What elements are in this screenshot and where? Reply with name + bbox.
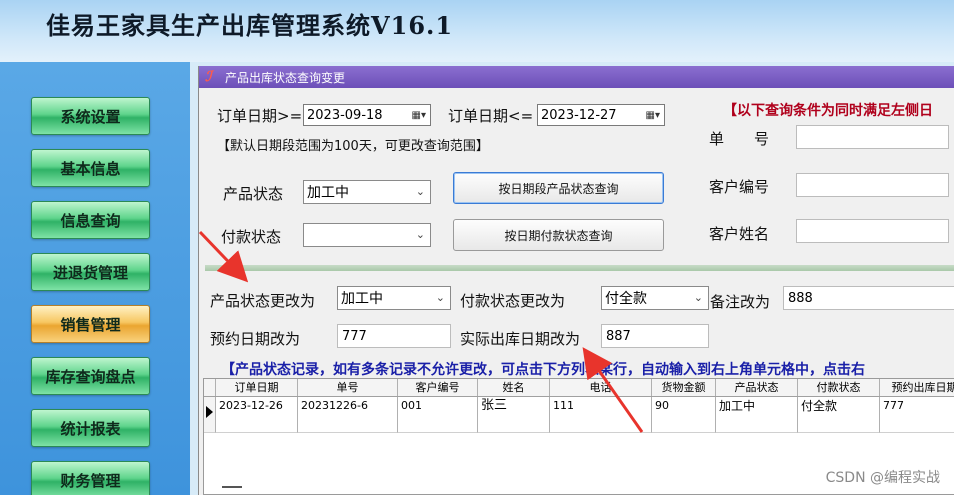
chevron-down-icon: ⌄ bbox=[415, 185, 425, 198]
cell-name[interactable]: 张三 bbox=[478, 397, 550, 433]
nav-purchase-return[interactable]: 进退货管理 bbox=[31, 253, 150, 291]
order-no-label: 单 号 bbox=[709, 130, 770, 148]
row-selector[interactable] bbox=[204, 397, 216, 433]
customer-no-label: 客户编号 bbox=[709, 178, 770, 196]
cell-phone[interactable]: 111 bbox=[550, 397, 652, 433]
payment-status-change-value: 付全款 bbox=[605, 291, 647, 307]
default-range-note: 【默认日期段范围为100天，可更改查询范围】 bbox=[217, 139, 489, 154]
chevron-down-icon: ⌄ bbox=[435, 291, 445, 304]
cell-order-date[interactable]: 2023-12-26 bbox=[216, 397, 298, 433]
cell-product-status[interactable]: 加工中 bbox=[716, 397, 798, 433]
date-to-label: 订单日期<= bbox=[448, 107, 534, 125]
nav-statistics-report[interactable]: 统计报表 bbox=[31, 409, 150, 447]
appoint-date-change-value: 777 bbox=[342, 328, 367, 344]
payment-status-select[interactable]: ⌄ bbox=[303, 223, 431, 247]
section-divider bbox=[205, 265, 954, 271]
actual-date-change-label: 实际出库日期改为 bbox=[460, 330, 581, 348]
cell-order-no[interactable]: 20231226-6 bbox=[298, 397, 398, 433]
record-note: 【产品状态记录，如有多条记录不允许更改，可点击下方列表某行，自动输入到右上角单元… bbox=[221, 362, 865, 378]
query-by-product-status-button[interactable]: 按日期段产品状态查询 bbox=[453, 172, 664, 204]
payment-status-change-label: 付款状态更改为 bbox=[460, 292, 566, 310]
date-to-value: 2023-12-27 bbox=[541, 107, 617, 123]
chevron-down-icon: ⌄ bbox=[693, 291, 703, 304]
customer-no-input[interactable] bbox=[796, 173, 949, 197]
cell-amount[interactable]: 90 bbox=[652, 397, 716, 433]
query-by-payment-status-button[interactable]: 按日期付款状态查询 bbox=[453, 219, 664, 251]
col-appoint-date[interactable]: 预约出库日期 bbox=[880, 379, 954, 396]
remark-change-value: 888 bbox=[788, 290, 813, 306]
order-no-input[interactable] bbox=[796, 125, 949, 149]
table-footer-bar bbox=[222, 486, 242, 488]
col-order-no[interactable]: 单号 bbox=[298, 379, 398, 396]
cell-payment-status[interactable]: 付全款 bbox=[798, 397, 880, 433]
condition-note: 【以下查询条件为同时满足左侧日 bbox=[723, 103, 933, 119]
app-logo-icon: ℐ bbox=[205, 69, 212, 85]
product-status-change-value: 加工中 bbox=[341, 291, 383, 307]
payment-status-label: 付款状态 bbox=[221, 228, 282, 246]
window-title: 产品出库状态查询变更 bbox=[225, 70, 346, 85]
nav-system-settings[interactable]: 系统设置 bbox=[31, 97, 150, 135]
row-selector-header bbox=[204, 379, 216, 396]
col-name[interactable]: 姓名 bbox=[478, 379, 550, 396]
product-status-label: 产品状态 bbox=[223, 185, 284, 203]
product-status-select[interactable]: 加工中 ⌄ bbox=[303, 180, 431, 204]
sidebar: 系统设置 基本信息 信息查询 进退货管理 销售管理 库存查询盘点 统计报表 财务… bbox=[0, 62, 190, 495]
nav-inventory-query[interactable]: 库存查询盘点 bbox=[31, 357, 150, 395]
nav-finance[interactable]: 财务管理 bbox=[31, 461, 150, 495]
date-to-picker[interactable]: 2023-12-27 ▦▾ bbox=[537, 104, 665, 126]
cell-customer-no[interactable]: 001 bbox=[398, 397, 478, 433]
remark-change-label: 备注改为 bbox=[710, 293, 771, 311]
status-query-window: ℐ 产品出库状态查询变更 订单日期>= 2023-09-18 ▦▾ 订单日期<=… bbox=[198, 66, 954, 495]
actual-date-change-value: 887 bbox=[606, 328, 631, 344]
col-customer-no[interactable]: 客户编号 bbox=[398, 379, 478, 396]
appoint-date-change-input[interactable]: 777 bbox=[337, 324, 451, 348]
calendar-dropdown-icon[interactable]: ▦▾ bbox=[404, 108, 426, 122]
product-status-change-label: 产品状态更改为 bbox=[210, 292, 316, 310]
app-title: 佳易王家具生产出库管理系统V16.1 bbox=[46, 11, 454, 40]
cell-appoint-date[interactable]: 777 bbox=[880, 397, 954, 433]
col-phone[interactable]: 电话 bbox=[550, 379, 652, 396]
payment-status-change-select[interactable]: 付全款 ⌄ bbox=[601, 286, 709, 310]
remark-change-input[interactable]: 888 bbox=[783, 286, 954, 310]
watermark: CSDN @编程实战 bbox=[825, 470, 940, 486]
app-header: 佳易王家具生产出库管理系统V16.1 bbox=[0, 0, 954, 62]
nav-sales-management[interactable]: 销售管理 bbox=[31, 305, 150, 343]
date-from-label: 订单日期>= bbox=[217, 107, 303, 125]
product-status-change-select[interactable]: 加工中 ⌄ bbox=[337, 286, 451, 310]
table-header: 订单日期 单号 客户编号 姓名 电话 货物金额 产品状态 付款状态 预约出库日期 bbox=[204, 379, 954, 397]
product-status-value: 加工中 bbox=[307, 185, 349, 201]
calendar-dropdown-icon[interactable]: ▦▾ bbox=[638, 108, 660, 122]
col-order-date[interactable]: 订单日期 bbox=[216, 379, 298, 396]
nav-basic-info[interactable]: 基本信息 bbox=[31, 149, 150, 187]
current-row-icon bbox=[206, 406, 213, 418]
table-row[interactable]: 2023-12-26 20231226-6 001 张三 111 90 加工中 … bbox=[204, 397, 954, 433]
date-from-value: 2023-09-18 bbox=[307, 107, 383, 123]
col-product-status[interactable]: 产品状态 bbox=[716, 379, 798, 396]
customer-name-label: 客户姓名 bbox=[709, 225, 770, 243]
appoint-date-change-label: 预约日期改为 bbox=[210, 330, 301, 348]
col-amount[interactable]: 货物金额 bbox=[652, 379, 716, 396]
nav-info-query[interactable]: 信息查询 bbox=[31, 201, 150, 239]
chevron-down-icon: ⌄ bbox=[415, 228, 425, 241]
date-from-picker[interactable]: 2023-09-18 ▦▾ bbox=[303, 104, 431, 126]
window-titlebar[interactable]: ℐ 产品出库状态查询变更 bbox=[199, 66, 954, 88]
col-payment-status[interactable]: 付款状态 bbox=[798, 379, 880, 396]
customer-name-input[interactable] bbox=[796, 219, 949, 243]
actual-date-change-input[interactable]: 887 bbox=[601, 324, 709, 348]
